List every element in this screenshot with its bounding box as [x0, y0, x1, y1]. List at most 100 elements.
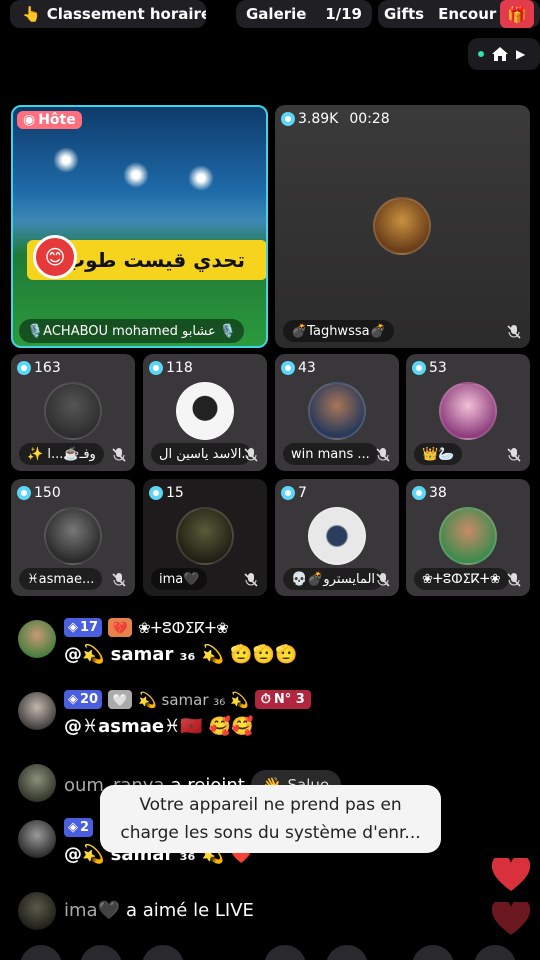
- gallery-pill[interactable]: Galerie 1/19: [236, 0, 372, 28]
- guest-video-tile[interactable]: 118 الاسد ياسين ال...: [143, 354, 267, 471]
- guest-video-tile[interactable]: 150 ♓asmae...: [11, 479, 135, 596]
- guest-video-tile[interactable]: 53 👑🦢: [406, 354, 530, 471]
- viewer-count: 118: [166, 360, 193, 376]
- level-badge: ◈ 17: [64, 618, 103, 637]
- guest-video-tile[interactable]: 163 ✨ وفـ☕️...ا: [11, 354, 135, 471]
- viewer-count-badge: 43: [281, 360, 316, 376]
- chat-meta: ◈ 2: [64, 818, 94, 837]
- toolbar-button[interactable]: [80, 945, 122, 960]
- mic-muted-icon: [244, 448, 258, 462]
- viewer-icon: [412, 361, 426, 375]
- timer: 00:28: [349, 111, 390, 127]
- host-video-tile[interactable]: ◉ Hôte تحدي قيست طوب1 😊 🎙️ACHABOU mohame…: [11, 105, 268, 348]
- guest-name-label: ✨ وفـ☕️...ا: [19, 443, 104, 465]
- user-name: 💫 samar ₃₆ 💫: [138, 690, 249, 709]
- toolbar-button[interactable]: [264, 945, 306, 960]
- gift-box-icon[interactable]: 🎁: [500, 0, 535, 28]
- viewer-count-badge: 15: [149, 485, 184, 501]
- avatar: [373, 197, 431, 255]
- viewer-count: 15: [166, 485, 184, 501]
- viewer-count-badge: 118: [149, 360, 193, 376]
- grey-heart-badge-icon: 🤍: [108, 690, 133, 709]
- home-icon[interactable]: [492, 47, 508, 61]
- guest-name-label: 💀💣المايسترو: [283, 568, 383, 590]
- viewer-icon: [17, 486, 31, 500]
- viewer-count: 53: [429, 360, 447, 376]
- avatar: [176, 507, 234, 565]
- guest-video-tile-main[interactable]: 3.89K 00:28 💣Taghwssa💣: [275, 105, 530, 348]
- guest-name-label: الاسد ياسين ال...: [151, 443, 251, 465]
- viewer-icon: [281, 112, 295, 126]
- level-badge: ◈ 2: [64, 818, 94, 837]
- user-name: ima🖤: [64, 900, 120, 921]
- toolbar-button[interactable]: [326, 945, 368, 960]
- viewer-count-badge: 163: [17, 360, 61, 376]
- online-dot-icon: [478, 51, 484, 57]
- gifts-label: Gifts: [384, 5, 425, 23]
- toolbar-button[interactable]: [412, 945, 454, 960]
- gifts-pill[interactable]: Gifts Encour 🎁: [378, 0, 540, 28]
- level-value: 2: [80, 820, 90, 835]
- mic-muted-icon: [507, 325, 521, 339]
- avatar: [439, 382, 497, 440]
- guest-video-tile[interactable]: 43 win mans ...: [275, 354, 399, 471]
- viewer-count-badge: 53: [412, 360, 447, 376]
- chat-text: @♓asmae♓🇲🇦 🥰🥰: [64, 716, 254, 737]
- viewer-count: 150: [34, 485, 61, 501]
- apple-mascot-icon: 😊: [33, 235, 77, 279]
- diamond-icon: ◈: [68, 820, 78, 835]
- play-arrow-icon[interactable]: ▶: [516, 47, 525, 61]
- avatar: [18, 764, 56, 802]
- guest-video-tile[interactable]: 38 ❀ⵜⵓⵀⵉⴽⵜ❀: [406, 479, 530, 596]
- user-name: ❀ⵜⵓⵀⵉⴽⵜ❀: [138, 618, 229, 637]
- heart-badge-icon: 💔: [108, 618, 133, 637]
- toast-line-1: Votre appareil ne prend pas en: [139, 795, 402, 815]
- host-tag: ◉ Hôte: [17, 111, 82, 129]
- viewer-count: 163: [34, 360, 61, 376]
- room-controls[interactable]: ▶: [468, 38, 540, 70]
- viewer-count: 3.89K: [298, 111, 339, 127]
- chat-text: @💫 samar ₃₆ 💫 🫡🫡🫡: [64, 644, 298, 665]
- viewer-count: 38: [429, 485, 447, 501]
- toolbar-button[interactable]: [474, 945, 516, 960]
- system-sound-toast: Votre appareil ne prend pas en charge le…: [100, 785, 441, 853]
- diamond-icon: ◈: [68, 620, 78, 635]
- avatar: [44, 507, 102, 565]
- mic-muted-icon: [112, 573, 126, 587]
- chat-meta: ima🖤 a aimé le LIVE: [64, 900, 254, 921]
- toolbar-button[interactable]: [20, 945, 62, 960]
- floating-heart-icon: [492, 902, 530, 935]
- like-action: a aimé le LIVE: [125, 900, 254, 921]
- hourly-ranking-pill[interactable]: 👆 Classement horaire: [10, 0, 206, 28]
- guest-name-label: win mans ...: [283, 443, 378, 465]
- guest-name-label: ima🖤: [151, 568, 208, 590]
- avatar: [18, 620, 56, 658]
- viewer-icon: [281, 486, 295, 500]
- guest-video-tile[interactable]: 15 ima🖤: [143, 479, 267, 596]
- mic-muted-icon: [507, 448, 521, 462]
- mic-muted-icon: [376, 573, 390, 587]
- viewer-count: 7: [298, 485, 307, 501]
- guest-name-label: 👑🦢: [414, 443, 463, 465]
- gallery-page: 1/19: [325, 5, 362, 23]
- hand-icon: 👆: [22, 5, 41, 23]
- host-name-label: 🎙️ACHABOU mohamed عشابو 🎙️: [19, 319, 245, 343]
- level-badge: ◈ 20: [64, 690, 103, 709]
- host-tag-icon: ◉: [23, 112, 36, 128]
- rank-value: N° 3: [273, 692, 305, 707]
- bottom-toolbar: [0, 945, 540, 960]
- gallery-label: Galerie: [246, 5, 307, 23]
- viewer-icon: [17, 361, 31, 375]
- stadium-light: [188, 165, 214, 191]
- viewer-count: 43: [298, 360, 316, 376]
- viewer-count-badge: 38: [412, 485, 447, 501]
- guest-video-tile[interactable]: 7 💀💣المايسترو: [275, 479, 399, 596]
- toolbar-button[interactable]: [142, 945, 184, 960]
- viewer-count-badge: 150: [17, 485, 61, 501]
- viewer-icon: [149, 361, 163, 375]
- viewer-icon: [149, 486, 163, 500]
- hourly-ranking-label: Classement horaire: [46, 5, 206, 23]
- viewer-icon: [281, 361, 295, 375]
- level-value: 17: [80, 620, 99, 635]
- floating-heart-icon: [492, 858, 530, 891]
